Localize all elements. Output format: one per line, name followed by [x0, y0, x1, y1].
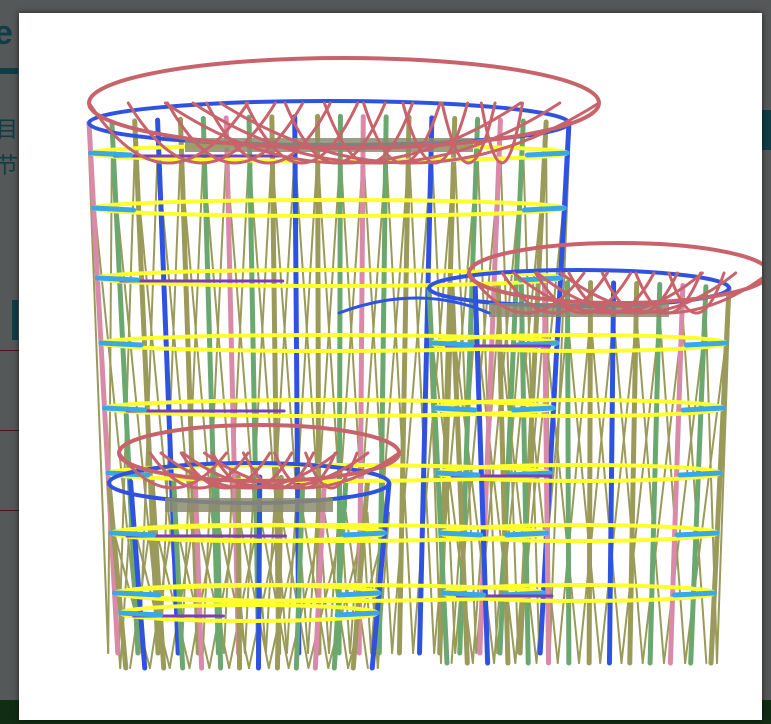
- floor-ring: [91, 198, 567, 218]
- floor-edge: [341, 530, 387, 538]
- floor-edge: [504, 530, 550, 538]
- floor-edge: [432, 405, 478, 413]
- structural-model-image: [86, 56, 762, 671]
- floor-edge: [336, 590, 382, 598]
- floor-edge: [438, 530, 484, 538]
- floor-edge: [683, 340, 729, 348]
- floor-edge: [94, 275, 140, 283]
- floor-edge: [118, 610, 164, 618]
- column-member: [396, 114, 412, 656]
- floor-edge: [429, 340, 475, 348]
- floor-edge: [334, 610, 380, 618]
- floor-edge: [88, 150, 134, 158]
- column-member: [647, 281, 663, 666]
- floor-edge: [441, 590, 487, 598]
- structural-wireframe: [86, 56, 762, 671]
- column-member: [564, 280, 572, 666]
- floor-edge: [111, 530, 157, 538]
- floor-edge: [101, 405, 147, 413]
- floor-edge: [511, 405, 557, 413]
- column-member: [627, 281, 640, 666]
- floor-edge: [435, 470, 481, 478]
- column-member: [606, 280, 617, 666]
- floor-edge: [98, 340, 144, 348]
- floor-edge: [671, 590, 717, 598]
- floor-edge: [680, 405, 726, 413]
- column-member: [177, 116, 201, 656]
- floor-edge: [677, 470, 723, 478]
- floor-edge: [521, 205, 567, 213]
- floor-slab: [165, 498, 333, 512]
- lightbox-image-frame: [19, 13, 762, 720]
- floor-edge: [524, 150, 570, 158]
- floor-edge: [91, 205, 137, 213]
- column-member: [586, 280, 594, 666]
- floor-edge: [116, 590, 162, 598]
- floor-edge: [674, 530, 720, 538]
